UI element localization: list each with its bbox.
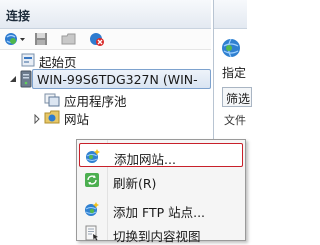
globe-add-icon <box>85 148 101 164</box>
menu-item-add-website-label: 添加网站... <box>114 152 176 167</box>
server-label: WIN-99S6TDG327N (WIN- <box>37 72 198 87</box>
disconnect-icon[interactable] <box>89 31 105 47</box>
expand-arrow-icon[interactable] <box>33 113 41 127</box>
menu-item-switch-content-view[interactable]: 切换到内容视图 <box>79 221 243 245</box>
tree-item-start-page[interactable]: 起始页 <box>20 51 170 70</box>
globe-icon <box>220 37 242 62</box>
right-pane-specify-text: 指定 <box>222 66 247 80</box>
save-icon[interactable] <box>33 31 49 47</box>
connections-header: 连接 <box>0 0 211 29</box>
filter-button[interactable]: 筛选 <box>222 87 252 107</box>
folder-icon[interactable] <box>61 31 77 47</box>
menu-item-switch-content-view-label: 切换到内容视图 <box>113 229 201 244</box>
refresh-icon <box>84 172 100 188</box>
menu-item-add-ftp-site[interactable]: 添加 FTP 站点... <box>79 197 243 221</box>
filter-label: 筛选 <box>226 92 251 106</box>
menu-item-add-ftp-site-label: 添加 FTP 站点... <box>113 205 206 220</box>
menu-item-add-website[interactable]: 添加网站... <box>79 143 243 167</box>
collapse-arrow-icon[interactable] <box>8 74 18 88</box>
menu-item-refresh[interactable]: 刷新(R) <box>79 168 243 192</box>
sites-label: 网站 <box>64 112 90 127</box>
sites-context-menu: 添加网站... 刷新(R) 添加 FTP 站点... 切换到内容视图 <box>76 139 246 244</box>
ftp-globe-icon <box>84 201 100 217</box>
sites-folder-icon <box>44 109 60 128</box>
content-view-icon <box>84 225 100 241</box>
right-pane-header <box>214 0 247 29</box>
tree-item-server[interactable]: WIN-99S6TDG327N (WIN- <box>32 69 211 89</box>
connect-icon[interactable] <box>4 31 25 47</box>
menu-item-refresh-label: 刷新(R) <box>113 176 157 191</box>
file-column-header: 文件 <box>224 114 246 127</box>
connections-title: 连接 <box>6 9 31 23</box>
connections-toolbar <box>0 29 211 50</box>
tree-item-app-pools[interactable]: 应用程序池 <box>44 90 194 109</box>
tree-item-sites[interactable]: 网站 <box>44 108 104 128</box>
